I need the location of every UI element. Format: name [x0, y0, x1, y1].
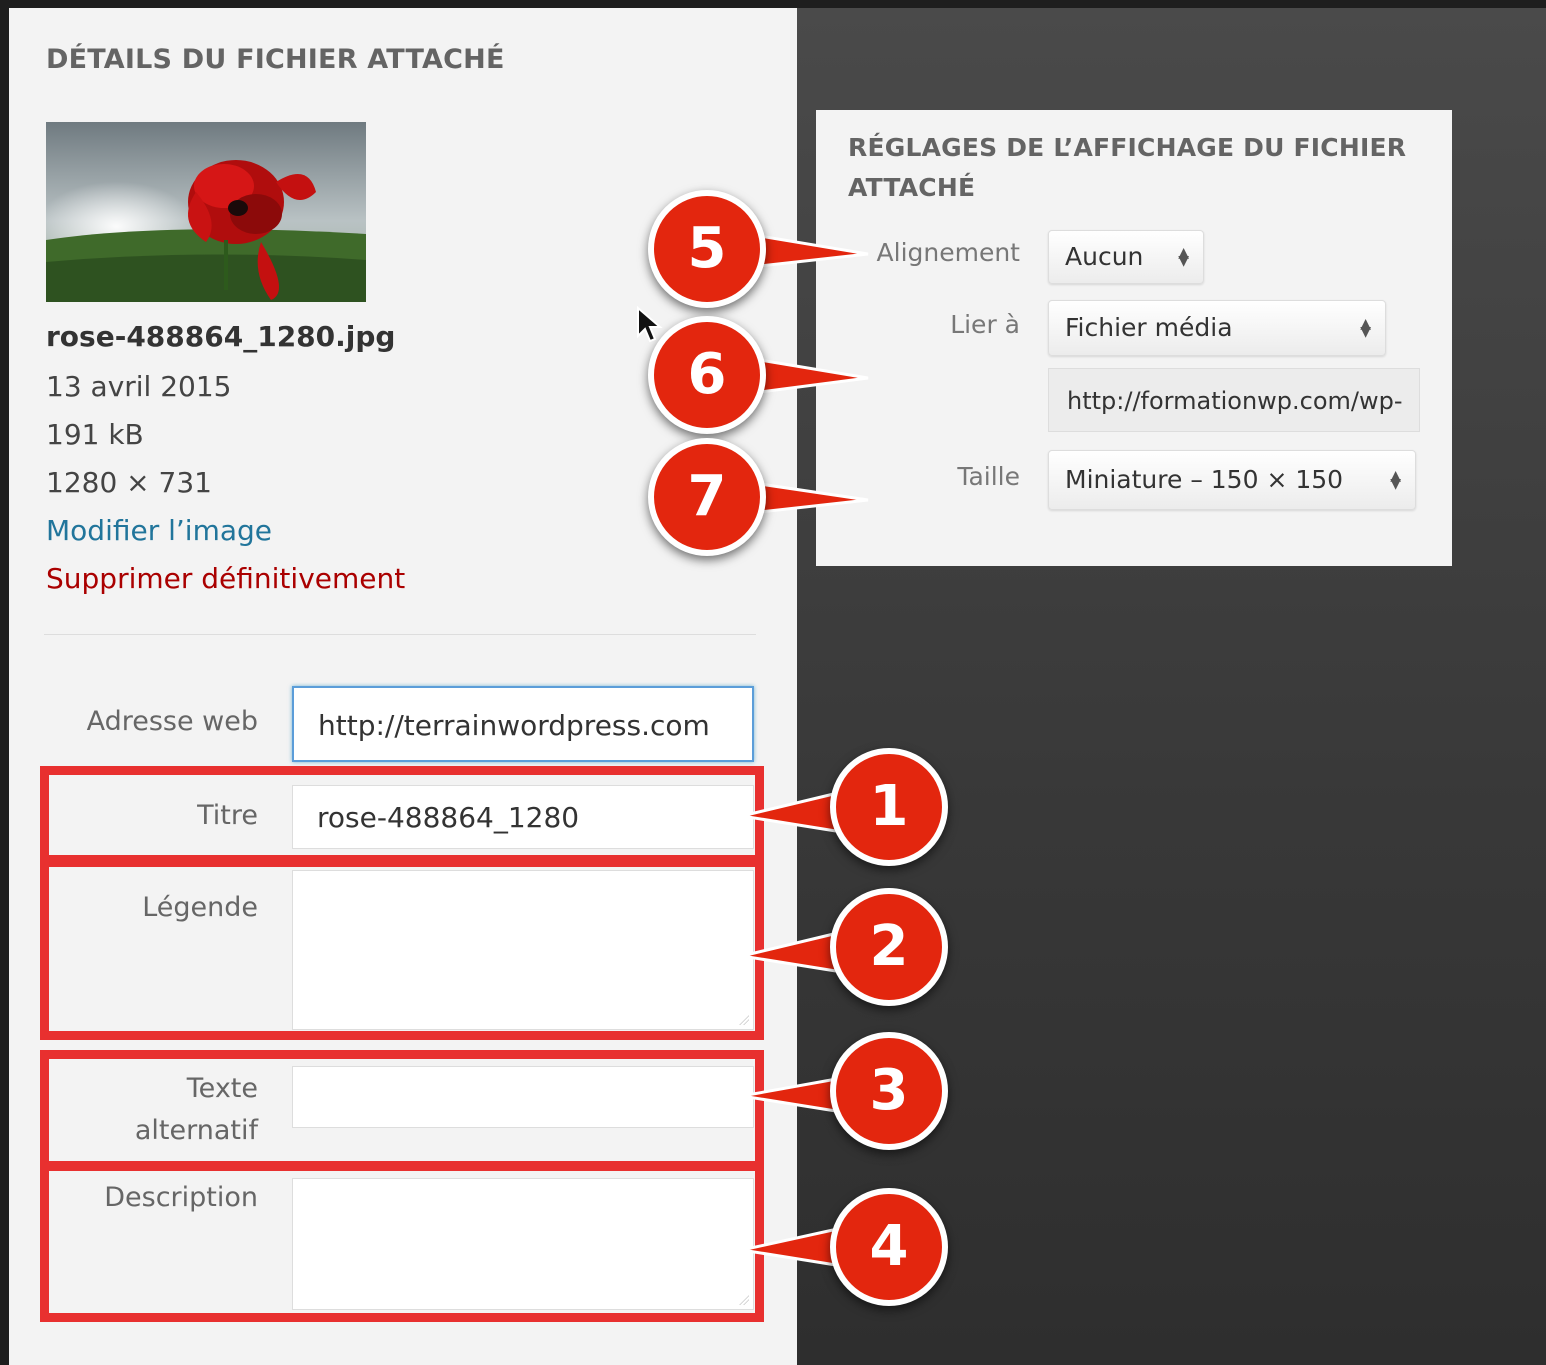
callout-badge-4: 4 [830, 1188, 948, 1306]
callout-arrows [741, 234, 869, 1268]
callout-badge-1: 1 [830, 748, 948, 866]
callout-badge-5: 5 [648, 190, 766, 308]
callout-badge-3: 3 [830, 1032, 948, 1150]
callout-arrow-4 [741, 1226, 844, 1268]
screenshot-stage: DÉTAILS DU FICHIER ATTACHÉ rose-488864_1… [0, 0, 1546, 1365]
callout-badge-2: 2 [830, 888, 948, 1006]
callout-arrow-1 [741, 790, 844, 834]
callout-arrow-5 [758, 234, 869, 268]
callout-badge-7: 7 [648, 438, 766, 556]
mouse-cursor-icon [637, 306, 663, 343]
callout-arrow-2 [741, 930, 844, 974]
callout-arrow-3 [741, 1076, 844, 1114]
callout-arrow-7 [758, 482, 869, 514]
callout-arrow-6 [758, 358, 869, 394]
